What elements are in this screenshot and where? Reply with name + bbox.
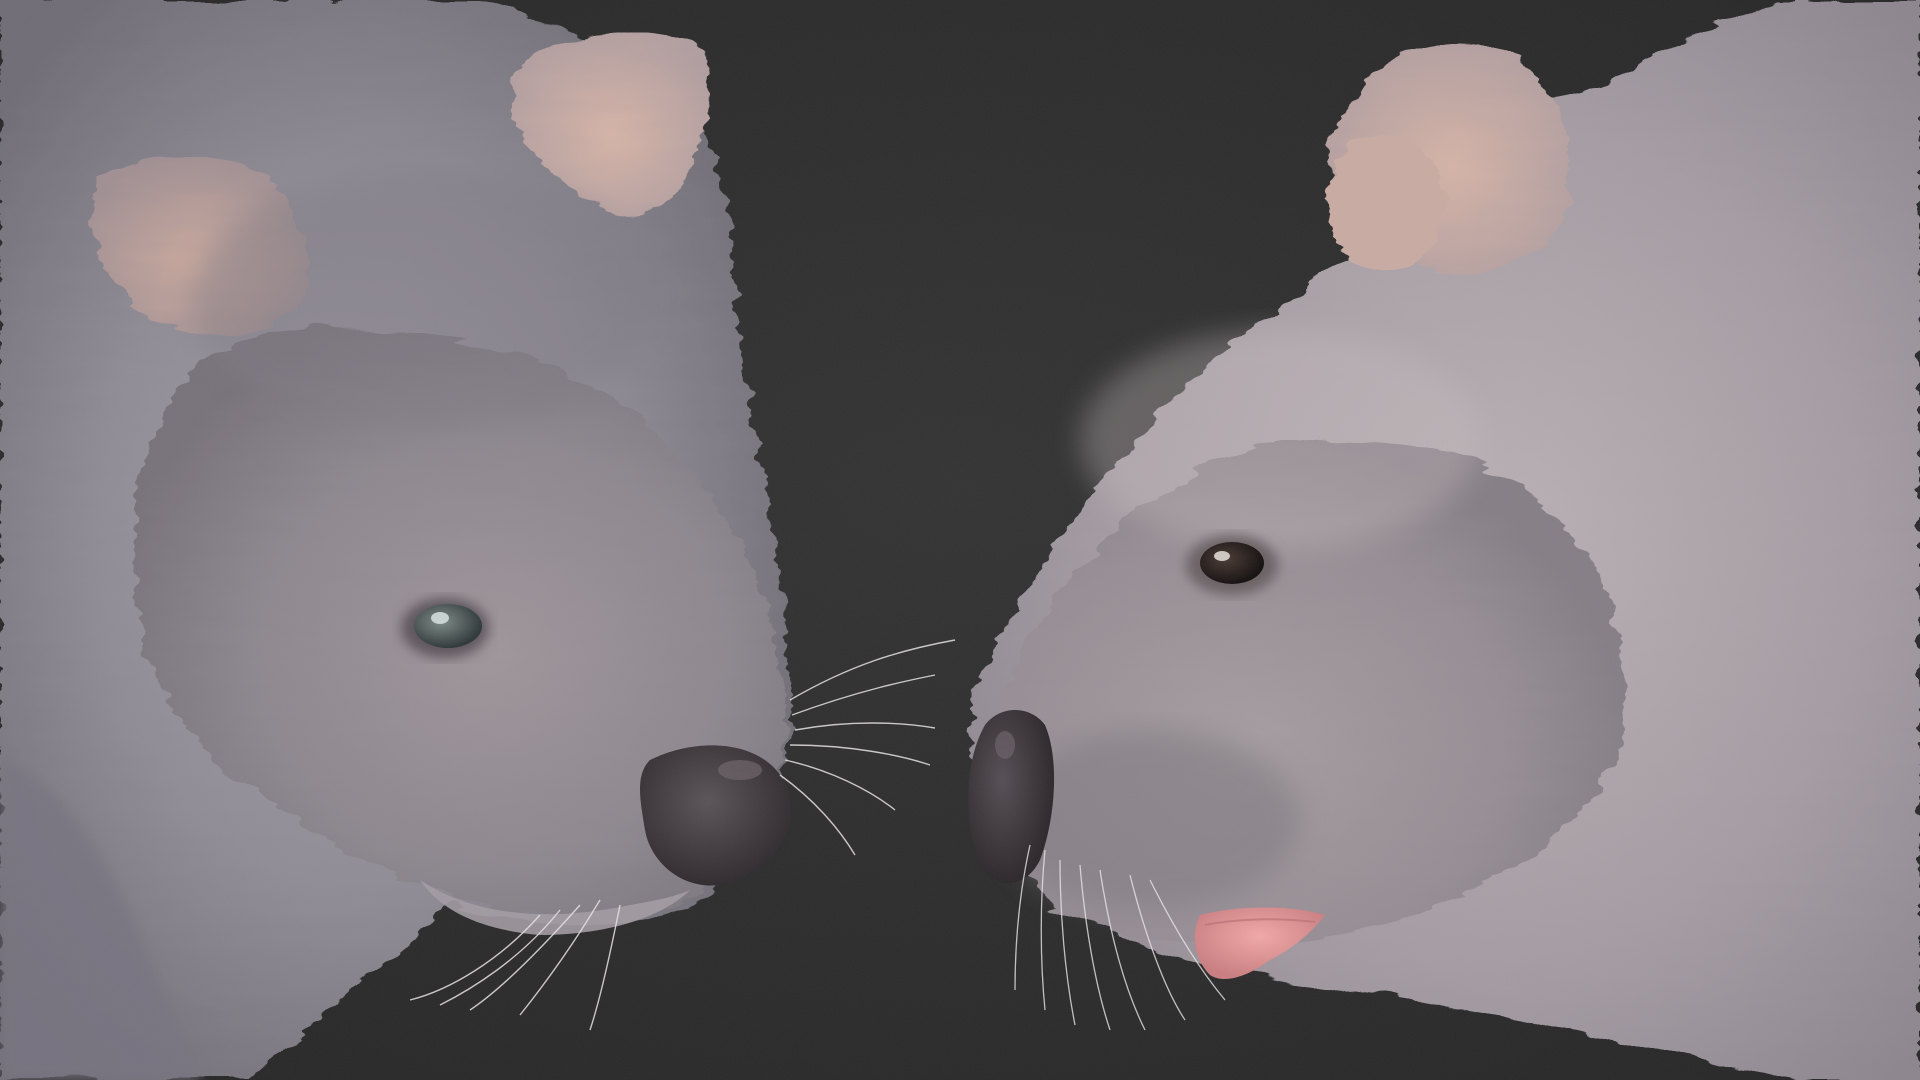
render-canvas	[0, 0, 1920, 1080]
grain-overlay	[0, 0, 1920, 1080]
wombat-render	[0, 0, 1920, 1080]
